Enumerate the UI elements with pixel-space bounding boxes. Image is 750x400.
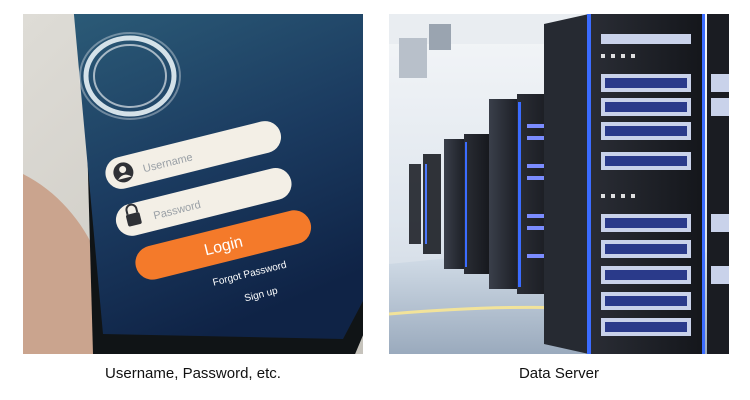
photo-caption-left: Username, Password, etc. xyxy=(105,365,281,382)
photo-caption-right: Data Server xyxy=(518,365,600,382)
login-phone-photo: Username Password Login Forgot Password … xyxy=(23,14,363,354)
server-room-illustration xyxy=(389,14,729,354)
server-rack xyxy=(544,14,705,354)
phone-illustration: Username Password Login Forgot Password … xyxy=(23,14,363,354)
data-server-photo xyxy=(389,14,729,354)
